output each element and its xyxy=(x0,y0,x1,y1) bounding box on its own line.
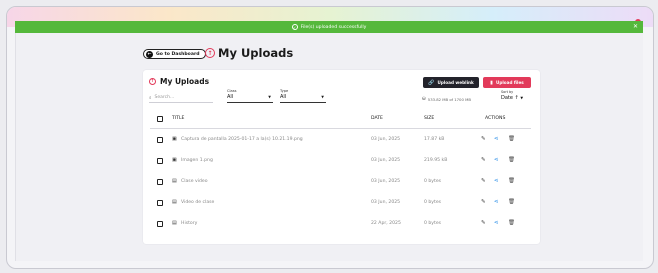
header-divider xyxy=(150,128,531,129)
trash-icon[interactable]: 🗑 xyxy=(508,220,515,226)
caret-down-icon: ▼ xyxy=(520,96,524,100)
upload-weblink-label: Upload weblink xyxy=(437,80,474,85)
row-size: 17.87 kB xyxy=(424,137,445,142)
image-file-icon: ▣ xyxy=(172,157,177,163)
row-checkbox[interactable] xyxy=(157,221,163,227)
row-checkbox[interactable] xyxy=(157,179,163,185)
caret-down-icon: ▼ xyxy=(268,95,271,99)
row-size: 0 bytes xyxy=(424,221,442,226)
row-size: 0 bytes xyxy=(424,179,442,184)
caret-down-icon: ▼ xyxy=(321,95,324,99)
search-icon: ⌕ xyxy=(149,95,152,101)
row-size: 0 bytes xyxy=(424,200,442,205)
row-checkbox[interactable] xyxy=(157,137,163,143)
document-file-icon: ▤ xyxy=(172,220,177,226)
document-file-icon: ▤ xyxy=(172,199,177,205)
page-title-text: My Uploads xyxy=(218,46,294,60)
row-date: 03 Jun, 2025 xyxy=(371,137,401,142)
file-icon: ▮ xyxy=(490,79,493,86)
share-icon[interactable]: ⋖ xyxy=(494,220,499,226)
search-placeholder: Search... xyxy=(154,95,175,100)
share-icon[interactable]: ⋖ xyxy=(494,178,499,184)
row-title[interactable]: Captura de pantalla 2025-01-17 a la(s) 1… xyxy=(181,137,303,142)
storage-text: 533.82 MB of 1700 MB xyxy=(427,97,471,102)
trash-icon[interactable]: 🗑 xyxy=(508,157,515,163)
search-input[interactable]: ⌕ Search... xyxy=(149,93,213,103)
upload-files-button[interactable]: ▮ Upload files xyxy=(483,77,531,88)
row-date: 03 Jun, 2025 xyxy=(371,200,401,205)
row-title[interactable]: Video de clase xyxy=(181,200,214,205)
edit-icon[interactable]: ✎ xyxy=(481,220,486,226)
trash-icon[interactable]: 🗑 xyxy=(508,199,515,205)
upload-icon: ↑ xyxy=(205,48,215,58)
trash-icon[interactable]: 🗑 xyxy=(508,178,515,184)
row-checkbox[interactable] xyxy=(157,200,163,206)
card-title-text: My Uploads xyxy=(160,77,210,86)
class-filter-select[interactable]: Class All ▼ xyxy=(227,89,273,103)
arrow-left-icon: ← xyxy=(146,50,153,58)
storage-usage: ⛁ 533.82 MB of 1700 MB xyxy=(422,97,471,102)
sort-value: Date ↑ ▼ xyxy=(501,95,524,101)
edit-icon[interactable]: ✎ xyxy=(481,199,486,205)
document-file-icon: ▤ xyxy=(172,178,177,184)
upload-icon: ↑ xyxy=(149,78,156,85)
share-icon[interactable]: ⋖ xyxy=(494,136,499,142)
close-icon[interactable]: ✕ xyxy=(633,23,638,30)
card-title: ↑ My Uploads xyxy=(149,77,209,86)
link-icon: 🔗 xyxy=(428,79,435,86)
edit-icon[interactable]: ✎ xyxy=(481,157,486,163)
trash-icon[interactable]: 🗑 xyxy=(508,136,515,142)
image-file-icon: ▣ xyxy=(172,136,177,142)
upload-weblink-button[interactable]: 🔗 Upload weblink xyxy=(423,77,479,88)
select-all-checkbox[interactable] xyxy=(157,116,163,122)
go-to-dashboard-button[interactable]: ← Go to Dashboard xyxy=(143,49,206,59)
dashboard-button-label: Go to Dashboard xyxy=(156,51,200,57)
toast-message: File(s) uploaded successfully xyxy=(300,24,367,30)
row-date: 03 Jun, 2025 xyxy=(371,179,401,184)
type-filter-value: All xyxy=(280,94,287,100)
row-date: 03 Jun, 2025 xyxy=(371,158,401,163)
row-title[interactable]: Clase video xyxy=(181,179,208,184)
check-icon: ✓ xyxy=(291,24,298,30)
upload-files-label: Upload files xyxy=(495,80,524,85)
page-title: ↑ My Uploads xyxy=(205,46,293,60)
header-actions: ACTIONS xyxy=(485,116,506,121)
header-size[interactable]: SIZE xyxy=(424,116,434,121)
sort-label: Sort by xyxy=(501,90,514,94)
header-date[interactable]: DATE xyxy=(371,116,383,121)
success-toast: ✓ File(s) uploaded successfully ✕ xyxy=(15,21,643,33)
type-filter-select[interactable]: Type All ▼ xyxy=(280,89,326,103)
class-filter-label: Class xyxy=(227,89,237,93)
row-title[interactable]: Imagen 1.png xyxy=(181,158,213,163)
row-date: 22 Apr, 2025 xyxy=(371,221,401,226)
header-title[interactable]: TITLE xyxy=(172,116,184,121)
type-filter-label: Type xyxy=(280,89,289,93)
row-checkbox[interactable] xyxy=(157,158,163,164)
database-icon: ⛁ xyxy=(422,97,426,102)
sort-select[interactable]: Sort by Date ↑ ▼ xyxy=(501,90,523,101)
share-icon[interactable]: ⋖ xyxy=(494,157,499,163)
edit-icon[interactable]: ✎ xyxy=(481,136,486,142)
edit-icon[interactable]: ✎ xyxy=(481,178,486,184)
arrow-up-icon: ↑ xyxy=(514,95,519,101)
share-icon[interactable]: ⋖ xyxy=(494,199,499,205)
class-filter-value: All xyxy=(227,94,234,100)
row-title[interactable]: History xyxy=(181,221,197,226)
row-size: 219.95 kB xyxy=(424,158,448,163)
